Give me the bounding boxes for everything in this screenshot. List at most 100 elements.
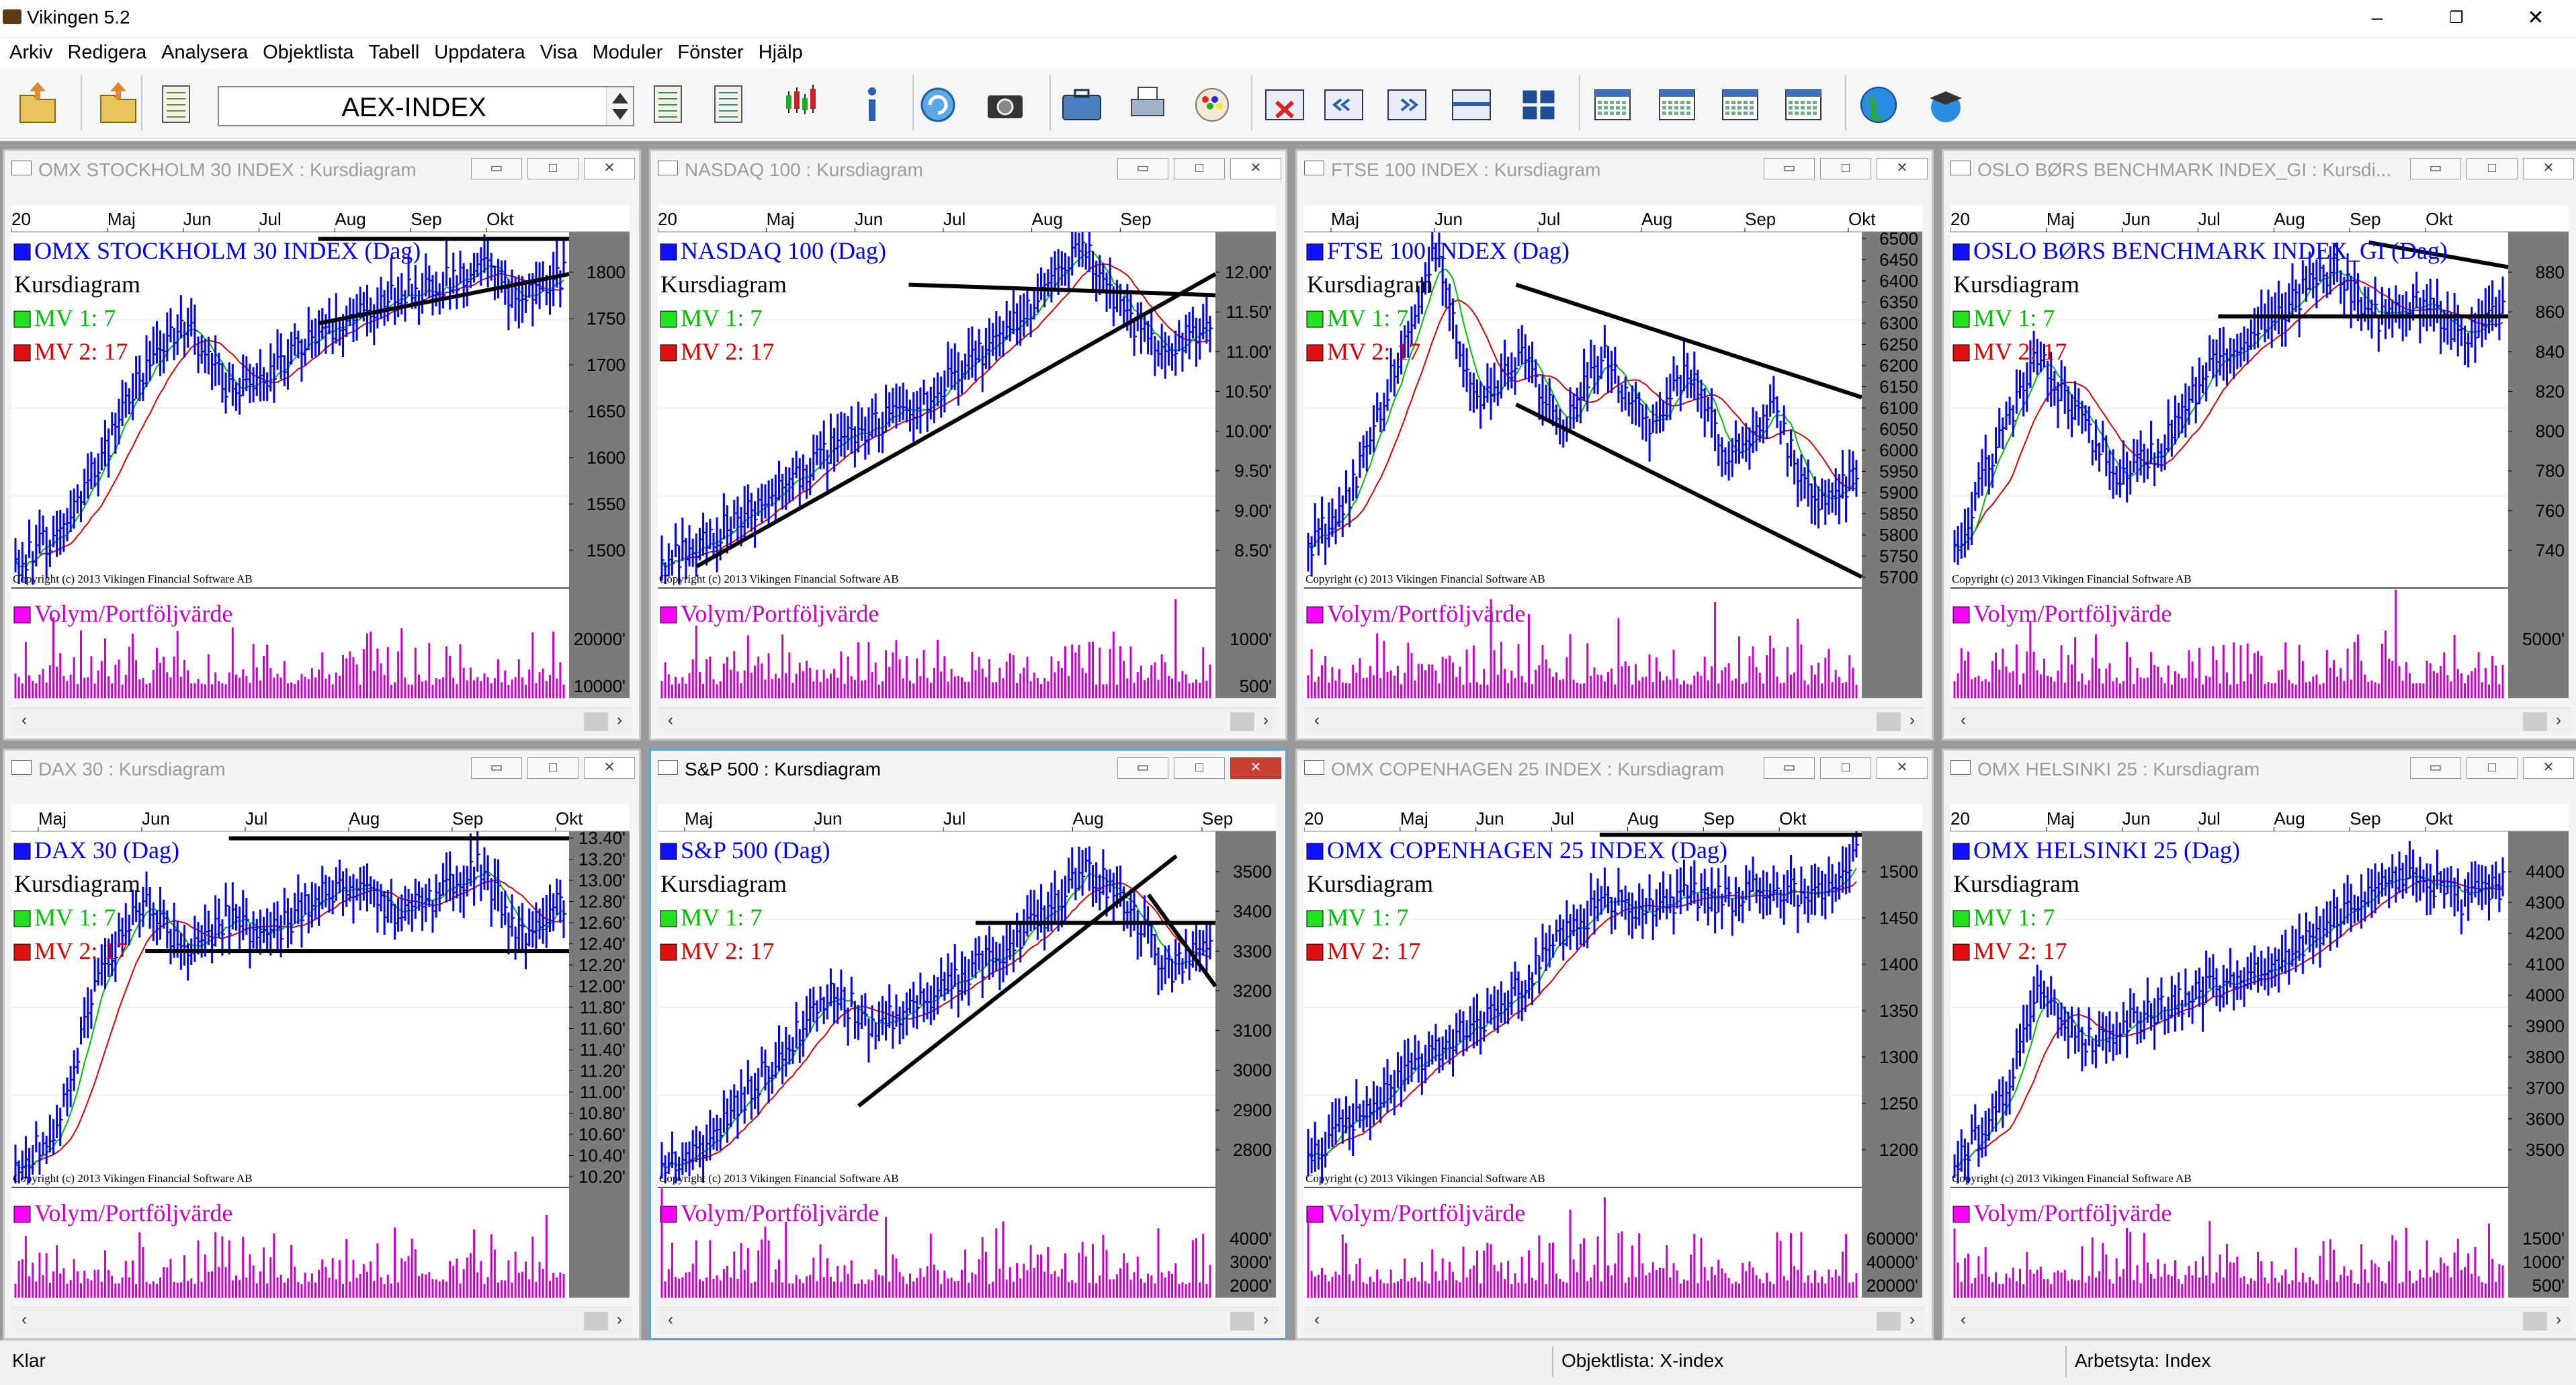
briefcase-icon[interactable] xyxy=(1058,75,1106,130)
window-minimize-button[interactable]: ▭ xyxy=(471,158,522,179)
open-folder-icon[interactable] xyxy=(13,75,62,130)
delete-window-icon[interactable] xyxy=(1260,75,1309,130)
window-maximize-button[interactable]: □ xyxy=(1820,158,1871,179)
chart-window[interactable]: FTSE 100 INDEX : Kursdiagram ▭ □ ✕ Maj Jun Jul… xyxy=(1295,149,1934,741)
scroll-left-icon[interactable]: ‹ xyxy=(1307,711,1327,731)
menu-analysera[interactable]: Analysera xyxy=(156,38,253,67)
menu-fönster[interactable]: Fönster xyxy=(672,38,748,67)
palette-icon[interactable] xyxy=(1188,75,1236,130)
menu-redigera[interactable]: Redigera xyxy=(62,38,152,67)
scroll-left-icon[interactable]: ‹ xyxy=(660,1310,681,1331)
scroll-right-icon[interactable]: › xyxy=(609,1310,630,1331)
window-minimize-button[interactable]: ▭ xyxy=(1117,757,1168,779)
object-list-icon[interactable] xyxy=(153,75,202,130)
refresh-icon[interactable] xyxy=(914,75,962,130)
close-button[interactable]: ✕ xyxy=(2506,0,2565,38)
next-icon[interactable] xyxy=(1383,75,1431,130)
window-minimize-button[interactable]: ▭ xyxy=(2410,757,2461,779)
window-close-button[interactable]: ✕ xyxy=(1877,757,1928,779)
spin-arrows-icon[interactable] xyxy=(606,87,633,125)
camera-icon[interactable] xyxy=(981,75,1029,130)
window-maximize-button[interactable]: □ xyxy=(1820,757,1871,779)
scroll-right-icon[interactable]: › xyxy=(1256,1310,1276,1331)
scroll-right-icon[interactable]: › xyxy=(1902,711,1922,731)
window-minimize-button[interactable]: ▭ xyxy=(1764,158,1815,179)
menu-hjälp[interactable]: Hjälp xyxy=(753,38,808,67)
tile-horizontal-icon[interactable] xyxy=(1447,75,1496,130)
window-close-button[interactable]: ✕ xyxy=(1230,158,1281,179)
info-icon[interactable] xyxy=(848,75,896,130)
list-search-icon[interactable] xyxy=(705,75,754,130)
window-close-button[interactable]: ✕ xyxy=(1877,158,1928,179)
scrollbar-thumb[interactable] xyxy=(1877,712,1901,731)
window-minimize-button[interactable]: ▭ xyxy=(1117,158,1168,179)
scroll-left-icon[interactable]: ‹ xyxy=(1307,1310,1327,1331)
scroll-right-icon[interactable]: › xyxy=(609,711,630,731)
scroll-right-icon[interactable]: › xyxy=(1256,711,1276,731)
symbol-selector[interactable]: AEX-INDEX xyxy=(218,86,634,126)
scrollbar-thumb[interactable] xyxy=(2523,1312,2547,1331)
calendar-month-icon[interactable] xyxy=(1716,75,1764,130)
window-maximize-button[interactable]: □ xyxy=(2466,757,2518,779)
window-minimize-button[interactable]: ▭ xyxy=(471,757,522,779)
menu-objektlista[interactable]: Objektlista xyxy=(257,38,359,67)
chart-window[interactable]: S&P 500 : Kursdiagram ▭ □ ✕ Maj Jun Jul Aug Sep S… xyxy=(649,749,1287,1340)
menu-arkiv[interactable]: Arkiv xyxy=(4,38,58,67)
window-minimize-button[interactable]: ▭ xyxy=(2410,158,2461,179)
minimize-button[interactable]: – xyxy=(2348,0,2407,38)
scroll-left-icon[interactable]: ‹ xyxy=(14,1310,34,1331)
chart-window[interactable]: OSLO BØRS BENCHMARK INDEX_GI : Kursdi...… xyxy=(1942,149,2576,741)
printer-icon[interactable] xyxy=(1123,75,1172,130)
window-close-button[interactable]: ✕ xyxy=(1230,757,1281,779)
horizontal-scrollbar[interactable]: ‹ › xyxy=(11,1307,632,1334)
horizontal-scrollbar[interactable]: ‹ › xyxy=(1950,1307,2571,1334)
chart-window[interactable]: DAX 30 : Kursdiagram ▭ □ ✕ Maj Jun Jul Aug Sep Ok… xyxy=(3,749,641,1340)
horizontal-scrollbar[interactable]: ‹ › xyxy=(658,708,1279,735)
calendar-edit-icon[interactable] xyxy=(1779,75,1828,130)
chart-window[interactable]: NASDAQ 100 : Kursdiagram ▭ □ ✕ 20 Maj Jun Jul Au… xyxy=(649,149,1287,741)
horizontal-scrollbar[interactable]: ‹ › xyxy=(1950,708,2571,735)
menu-tabell[interactable]: Tabell xyxy=(363,38,425,67)
horizontal-scrollbar[interactable]: ‹ › xyxy=(1304,708,1925,735)
scrollbar-thumb[interactable] xyxy=(2523,712,2547,731)
candlestick-icon[interactable] xyxy=(777,75,825,130)
scrollbar-thumb[interactable] xyxy=(1877,1312,1901,1331)
window-maximize-button[interactable]: □ xyxy=(1174,757,1225,779)
scrollbar-thumb[interactable] xyxy=(1230,1312,1254,1331)
menu-visa[interactable]: Visa xyxy=(535,38,583,67)
previous-icon[interactable] xyxy=(1320,75,1368,130)
window-close-button[interactable]: ✕ xyxy=(2523,158,2574,179)
scroll-left-icon[interactable]: ‹ xyxy=(14,711,34,731)
window-maximize-button[interactable]: □ xyxy=(527,158,578,179)
window-maximize-button[interactable]: □ xyxy=(1174,158,1225,179)
menu-moduler[interactable]: Moduler xyxy=(587,38,669,67)
chart-window[interactable]: OMX STOCKHOLM 30 INDEX : Kursdiagram ▭ □ ✕ 2… xyxy=(3,149,641,741)
window-maximize-button[interactable]: □ xyxy=(2466,158,2518,179)
window-close-button[interactable]: ✕ xyxy=(2523,757,2574,779)
menu-uppdatera[interactable]: Uppdatera xyxy=(429,38,530,67)
calendar-day-icon[interactable] xyxy=(1588,75,1637,130)
graduation-icon[interactable] xyxy=(1922,75,1970,130)
tile-grid-icon[interactable] xyxy=(1514,75,1563,130)
scroll-right-icon[interactable]: › xyxy=(1902,1310,1922,1331)
scrollbar-thumb[interactable] xyxy=(584,712,608,731)
calendar-week-icon[interactable] xyxy=(1653,75,1701,130)
upload-folder-icon[interactable] xyxy=(94,75,142,130)
scroll-right-icon[interactable]: › xyxy=(2548,1310,2569,1331)
scrollbar-thumb[interactable] xyxy=(584,1312,608,1331)
horizontal-scrollbar[interactable]: ‹ › xyxy=(11,708,632,735)
window-close-button[interactable]: ✕ xyxy=(584,158,635,179)
scroll-left-icon[interactable]: ‹ xyxy=(1953,1310,1973,1331)
horizontal-scrollbar[interactable]: ‹ › xyxy=(658,1307,1279,1334)
chart-window[interactable]: OMX HELSINKI 25 : Kursdiagram ▭ □ ✕ 20 Maj Jun… xyxy=(1942,749,2576,1340)
chart-window[interactable]: OMX COPENHAGEN 25 INDEX : Kursdiagram ▭ □ ✕… xyxy=(1295,749,1934,1340)
window-minimize-button[interactable]: ▭ xyxy=(1764,757,1815,779)
window-close-button[interactable]: ✕ xyxy=(584,757,635,779)
scroll-left-icon[interactable]: ‹ xyxy=(660,711,681,731)
scrollbar-thumb[interactable] xyxy=(1230,712,1254,731)
window-maximize-button[interactable]: □ xyxy=(527,757,578,779)
globe-icon[interactable] xyxy=(1854,75,1903,130)
scroll-right-icon[interactable]: › xyxy=(2548,711,2569,731)
horizontal-scrollbar[interactable]: ‹ › xyxy=(1304,1307,1925,1334)
chart-edit-icon[interactable] xyxy=(645,75,693,130)
